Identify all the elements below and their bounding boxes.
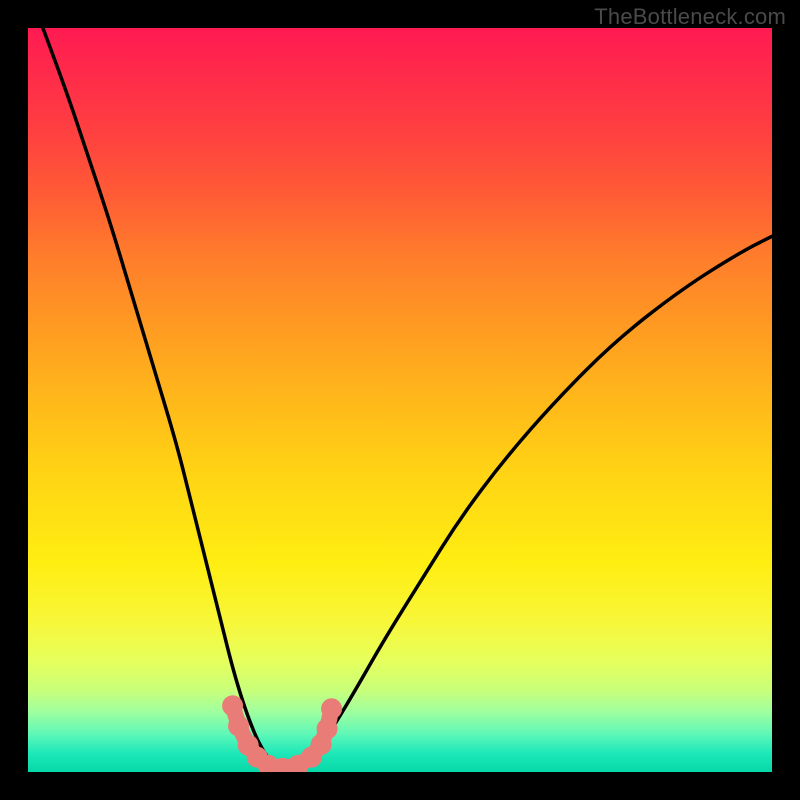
left-curve: [43, 28, 281, 770]
marker-dot: [317, 718, 338, 739]
chart-svg: [28, 28, 772, 772]
marker-dot: [222, 695, 243, 716]
watermark-text: TheBottleneck.com: [594, 4, 786, 30]
right-curve: [296, 236, 772, 769]
marker-layer: [222, 695, 342, 772]
marker-dot: [321, 698, 342, 719]
curve-layer: [43, 28, 772, 770]
plot-area: [28, 28, 772, 772]
chart-frame: TheBottleneck.com: [0, 0, 800, 800]
marker-dot: [228, 715, 249, 736]
